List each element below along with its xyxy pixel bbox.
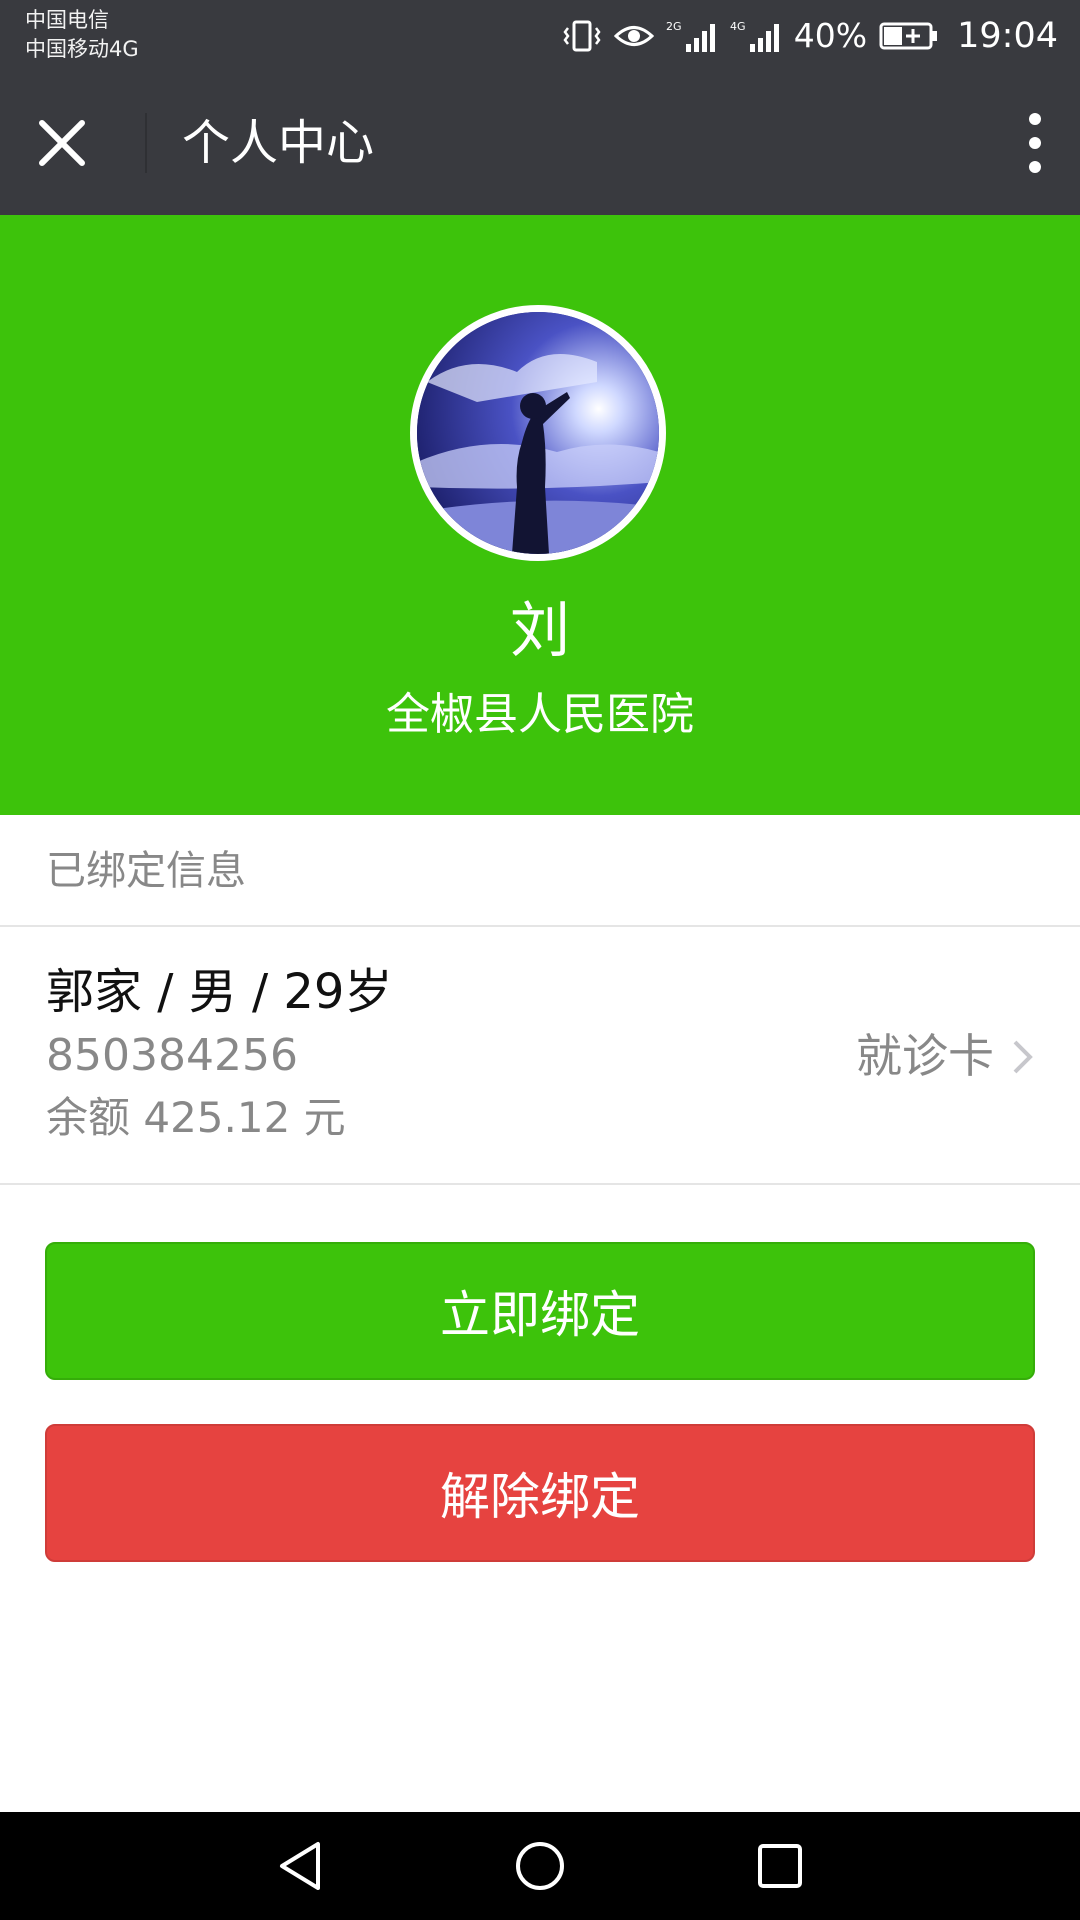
recent-apps-icon[interactable] bbox=[750, 1836, 810, 1896]
card-balance: 余额 425.12 元 bbox=[46, 1093, 346, 1142]
home-icon[interactable] bbox=[510, 1836, 570, 1896]
section-title: 已绑定信息 bbox=[46, 848, 246, 894]
battery-percent: 40% bbox=[793, 16, 868, 55]
system-nav-bar bbox=[0, 1812, 1080, 1920]
hospital-name: 全椒县人民医院 bbox=[386, 689, 694, 740]
bound-info-header: 已绑定信息 bbox=[0, 815, 1080, 927]
svg-text:4G: 4G bbox=[730, 20, 746, 33]
patient-summary: 郭家 / 男 / 29岁 bbox=[46, 964, 393, 1020]
user-name: 刘 bbox=[510, 596, 570, 666]
status-icons: 2G 4G 40% 19:04 bbox=[562, 0, 1058, 71]
card-type-label: 就诊卡 bbox=[856, 1029, 994, 1083]
avatar-photo bbox=[417, 312, 659, 554]
carrier-2: 中国移动4G bbox=[25, 37, 139, 61]
clock: 19:04 bbox=[957, 15, 1058, 56]
battery-charging-icon bbox=[879, 22, 938, 49]
eye-comfort-icon bbox=[613, 25, 654, 46]
signal-2g-icon: 2G bbox=[666, 20, 715, 52]
title-bar: 个人中心 bbox=[0, 71, 1080, 215]
more-vertical-icon[interactable] bbox=[1010, 107, 1060, 179]
card-number: 850384256 bbox=[46, 1030, 298, 1081]
unbind-button[interactable]: 解除绑定 bbox=[45, 1424, 1035, 1562]
chevron-right-icon bbox=[1013, 1040, 1033, 1074]
medical-card-row[interactable]: 郭家 / 男 / 29岁 850384256 余额 425.12 元 就诊卡 bbox=[0, 927, 1080, 1185]
signal-4g-icon: 4G bbox=[730, 20, 779, 52]
carrier-1: 中国电信 bbox=[25, 8, 109, 32]
back-icon[interactable] bbox=[270, 1836, 330, 1896]
profile-header: 刘 全椒县人民医院 bbox=[0, 215, 1080, 815]
close-icon[interactable] bbox=[30, 111, 94, 175]
title-divider bbox=[145, 113, 147, 173]
vibrate-icon bbox=[563, 20, 601, 51]
page-title: 个人中心 bbox=[182, 115, 375, 171]
bind-now-button[interactable]: 立即绑定 bbox=[45, 1242, 1035, 1380]
status-bar: 中国电信 中国移动4G 2G 4G 40% 19:04 bbox=[0, 0, 1080, 71]
carrier-info: 中国电信 中国移动4G bbox=[25, 6, 139, 64]
avatar[interactable] bbox=[410, 305, 666, 561]
svg-text:2G: 2G bbox=[666, 20, 682, 33]
